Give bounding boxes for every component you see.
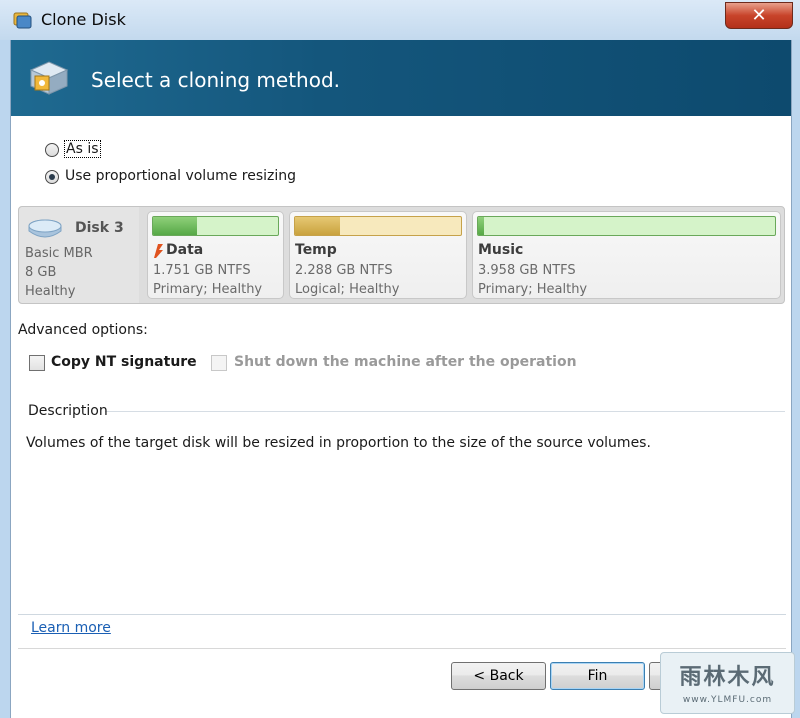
partition-size: 1.751 GB NTFS xyxy=(153,263,251,278)
close-button[interactable]: ✕ xyxy=(725,2,793,29)
disk-size: 8 GB xyxy=(25,265,57,280)
as-is-label[interactable]: As is xyxy=(64,140,101,158)
copy-nt-signature-checkbox[interactable] xyxy=(29,355,45,371)
description-title: Description xyxy=(28,403,108,419)
back-button[interactable]: < Back xyxy=(451,662,546,690)
watermark-subtitle: www.YLMFU.com xyxy=(682,695,773,705)
clone-disk-window: Clone Disk ✕ Select a cloning method. As… xyxy=(0,0,800,718)
header-banner: Select a cloning method. xyxy=(11,40,791,116)
disk-info[interactable]: Disk 3 Basic MBR 8 GB Healthy xyxy=(19,207,139,303)
disk-status: Healthy xyxy=(25,284,76,299)
clone-disk-icon xyxy=(13,12,32,29)
partition-usage-fill xyxy=(295,217,340,235)
footer-divider xyxy=(18,648,786,649)
partition-usage-bar xyxy=(294,216,462,236)
disk-clone-icon xyxy=(29,61,69,95)
active-flag-icon xyxy=(154,244,163,258)
learn-more-divider xyxy=(18,614,786,615)
as-is-radio[interactable] xyxy=(45,143,59,157)
watermark-title: 雨林木风 xyxy=(679,665,776,690)
description-text: Volumes of the target disk will be resiz… xyxy=(26,435,651,451)
partition-status: Primary; Healthy xyxy=(153,282,263,297)
partition-status: Logical; Healthy xyxy=(295,282,400,297)
partition-name: Temp xyxy=(295,242,337,258)
dialog-body: Select a cloning method. As is Use propo… xyxy=(10,40,792,718)
partition-status: Primary; Healthy xyxy=(478,282,588,297)
shutdown-after-checkbox[interactable] xyxy=(211,355,227,371)
shutdown-after-label[interactable]: Shut down the machine after the operatio… xyxy=(234,354,577,370)
partition-usage-bar xyxy=(152,216,279,236)
proportional-resize-label[interactable]: Use proportional volume resizing xyxy=(65,168,296,184)
disk-type: Basic MBR xyxy=(25,246,93,261)
partition-name: Music xyxy=(478,242,524,258)
copy-nt-signature-label[interactable]: Copy NT signature xyxy=(51,354,197,370)
site-watermark-logo: 雨林木风 www.YLMFU.com xyxy=(660,652,795,714)
partition-size: 3.958 GB NTFS xyxy=(478,263,576,278)
partition-usage-fill xyxy=(478,217,484,235)
hard-disk-icon xyxy=(28,219,62,238)
partition-size: 2.288 GB NTFS xyxy=(295,263,393,278)
partition-temp[interactable]: Temp 2.288 GB NTFS Logical; Healthy xyxy=(289,211,467,299)
disk-name: Disk 3 xyxy=(75,220,124,236)
partition-usage-fill xyxy=(153,217,197,235)
title-bar[interactable]: Clone Disk ✕ xyxy=(0,0,800,40)
partition-usage-bar xyxy=(477,216,776,236)
description-divider xyxy=(105,411,785,412)
partition-data[interactable]: Data 1.751 GB NTFS Primary; Healthy xyxy=(147,211,284,299)
close-icon: ✕ xyxy=(751,5,767,26)
learn-more-link[interactable]: Learn more xyxy=(31,620,111,636)
window-title: Clone Disk xyxy=(41,10,126,29)
banner-heading: Select a cloning method. xyxy=(91,68,341,92)
partition-music[interactable]: Music 3.958 GB NTFS Primary; Healthy xyxy=(472,211,781,299)
disk-map: Disk 3 Basic MBR 8 GB Healthy Data 1.751… xyxy=(18,206,785,304)
partition-name: Data xyxy=(166,242,204,258)
advanced-options-label: Advanced options: xyxy=(18,322,148,338)
finish-button[interactable]: Fin xyxy=(550,662,645,690)
proportional-resize-radio[interactable] xyxy=(45,170,59,184)
as-is-text: As is xyxy=(64,140,101,158)
